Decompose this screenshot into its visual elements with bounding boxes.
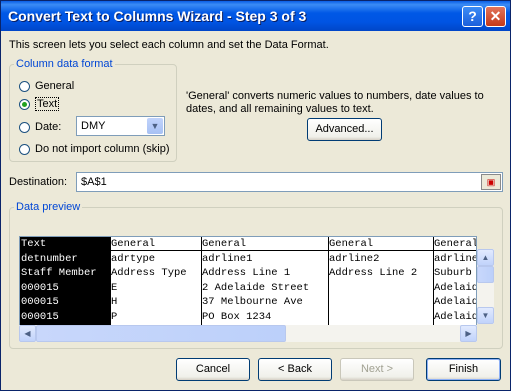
preview-cell: 000015 xyxy=(21,310,59,323)
data-preview-grid[interactable]: Text detnumber Staff Member 000015 00001… xyxy=(19,236,477,329)
preview-column-3[interactable]: General adrline1 Address Line 1 2 Adelai… xyxy=(201,237,328,328)
column-divider xyxy=(201,237,202,328)
dialog-title: Convert Text to Columns Wizard - Step 3 … xyxy=(8,8,307,24)
preview-cell: detnumber xyxy=(21,253,78,265)
preview-cell: Suburb xyxy=(434,267,472,280)
destination-label: Destination: xyxy=(9,176,68,188)
cancel-button[interactable]: Cancel xyxy=(176,358,250,381)
preview-vertical-scrollbar[interactable]: ▲ ▼ xyxy=(477,249,494,324)
chevron-down-icon[interactable]: ▼ xyxy=(147,118,163,134)
preview-cell: Adelaide xyxy=(434,296,476,309)
preview-column-header[interactable]: General xyxy=(433,237,476,251)
preview-cell: 000015 xyxy=(21,281,59,294)
format-info-text: 'General' converts numeric values to num… xyxy=(186,90,484,115)
scroll-right-icon[interactable]: ▶ xyxy=(460,325,477,342)
radio-date-circle[interactable] xyxy=(19,121,30,133)
radio-text-circle[interactable] xyxy=(19,98,30,110)
horizontal-scroll-thumb[interactable] xyxy=(36,325,286,342)
preview-cell: Adelaide xyxy=(434,281,476,294)
preview-cell: adrline1 xyxy=(202,253,253,265)
radio-skip-circle[interactable] xyxy=(19,143,30,155)
radio-skip[interactable]: Do not import column (skip) xyxy=(19,142,170,156)
preview-column-header[interactable]: General xyxy=(201,237,328,251)
radio-general[interactable]: General xyxy=(19,79,74,93)
preview-cell: Staff Member xyxy=(21,267,97,280)
preview-cell: adrline3 xyxy=(434,253,476,265)
scroll-down-icon[interactable]: ▼ xyxy=(477,307,494,324)
column-data-format-legend: Column data format xyxy=(16,58,113,70)
preview-cell xyxy=(328,295,433,309)
column-divider xyxy=(433,237,434,328)
preview-cell: P xyxy=(111,310,118,323)
preview-cell xyxy=(328,310,433,324)
scrollbar-corner xyxy=(477,325,494,342)
title-bar[interactable]: Convert Text to Columns Wizard - Step 3 … xyxy=(1,1,510,31)
advanced-button[interactable]: Advanced... xyxy=(307,118,382,141)
preview-horizontal-scrollbar[interactable]: ◀ ▶ xyxy=(19,325,477,342)
preview-cell: Address Line 2 xyxy=(329,267,418,280)
radio-text-label: Text xyxy=(35,97,60,111)
preview-column-1[interactable]: Text detnumber Staff Member 000015 00001… xyxy=(20,237,110,328)
preview-cell: adrtype xyxy=(111,253,156,265)
preview-cell: Adelaide xyxy=(434,310,476,323)
preview-cell: Address Type xyxy=(111,267,187,280)
preview-cell xyxy=(328,281,433,295)
preview-column-5[interactable]: General adrline3 Suburb Adelaide Adelaid… xyxy=(433,237,476,328)
preview-cell: E xyxy=(111,281,118,294)
column-divider xyxy=(328,237,329,328)
close-button[interactable]: ✕ xyxy=(485,6,506,27)
scroll-up-icon[interactable]: ▲ xyxy=(477,249,494,266)
data-preview-legend: Data preview xyxy=(16,201,81,213)
scroll-left-icon[interactable]: ◀ xyxy=(19,325,36,342)
column-divider xyxy=(110,237,111,328)
date-format-value: DMY xyxy=(81,120,106,132)
preview-cell: 2 Adelaide Street xyxy=(202,281,310,294)
vertical-scroll-thumb[interactable] xyxy=(477,266,494,283)
preview-column-header[interactable]: Text xyxy=(20,237,110,251)
destination-input[interactable]: $A$1 ▣ xyxy=(76,172,503,192)
radio-general-label: General xyxy=(35,80,75,92)
date-format-select[interactable]: DMY ▼ xyxy=(76,116,165,136)
preview-column-header[interactable]: General xyxy=(328,237,433,251)
radio-general-circle[interactable] xyxy=(19,80,30,92)
radio-text[interactable]: Text xyxy=(19,97,60,111)
preview-column-header[interactable]: General xyxy=(110,237,201,251)
back-button[interactable]: < Back xyxy=(258,358,332,381)
preview-cell: Address Line 1 xyxy=(202,267,291,280)
preview-cell: H xyxy=(111,296,118,309)
destination-value: $A$1 xyxy=(81,176,107,188)
preview-cell: PO Box 1234 xyxy=(202,310,272,323)
wizard-dialog: Convert Text to Columns Wizard - Step 3 … xyxy=(0,0,511,391)
preview-cell: adrline2 xyxy=(329,253,380,265)
finish-button[interactable]: Finish xyxy=(426,358,501,381)
description-text: This screen lets you select each column … xyxy=(9,39,329,51)
preview-cell: 000015 xyxy=(21,296,59,309)
radio-skip-label: Do not import column (skip) xyxy=(35,143,170,155)
preview-column-4[interactable]: General adrline2 Address Line 2 xyxy=(328,237,433,328)
preview-cell: 37 Melbourne Ave xyxy=(202,296,303,309)
radio-date-label: Date: xyxy=(35,121,62,133)
preview-column-2[interactable]: General adrtype Address Type E H P xyxy=(110,237,201,328)
collapse-dialog-icon[interactable]: ▣ xyxy=(481,174,501,190)
help-button[interactable]: ? xyxy=(462,6,483,27)
next-button[interactable]: Next > xyxy=(340,358,414,381)
radio-date[interactable]: Date: xyxy=(19,120,61,134)
